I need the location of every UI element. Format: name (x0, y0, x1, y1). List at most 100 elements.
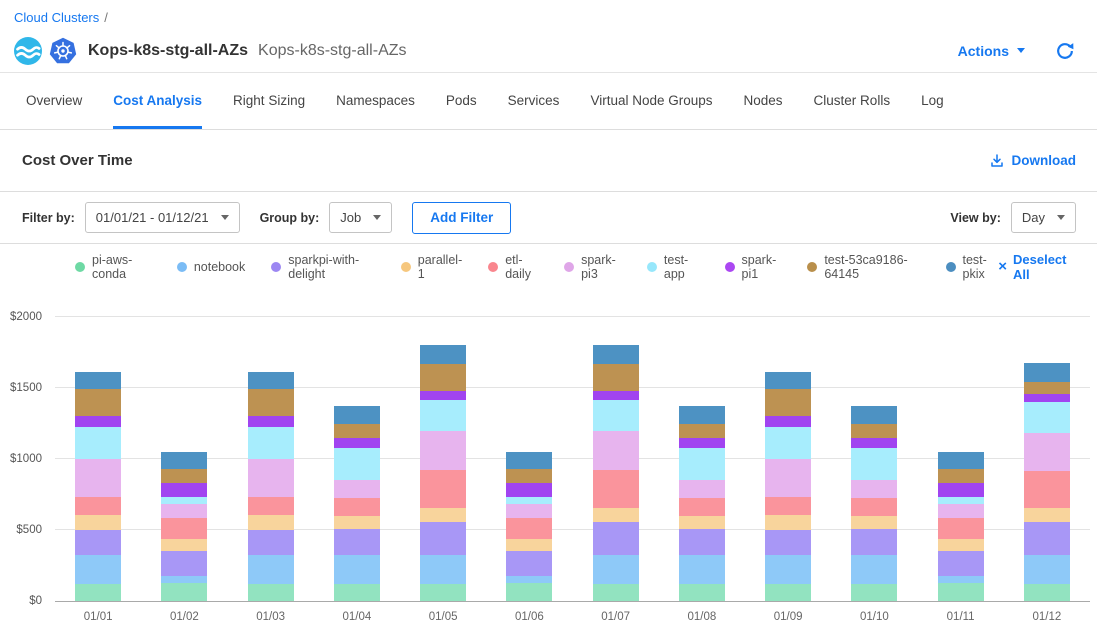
breadcrumb-link[interactable]: Cloud Clusters (14, 10, 99, 25)
bar-segment-notebook[interactable] (593, 555, 639, 584)
bar-segment-test-53ca9186-64145[interactable] (248, 389, 294, 416)
bar-segment-pi-aws-conda[interactable] (506, 583, 552, 601)
bar-segment-spark-pi3[interactable] (506, 504, 552, 518)
bar-segment-sparkpi-with-delight[interactable] (765, 530, 811, 555)
bar-segment-etl-daily[interactable] (679, 498, 725, 516)
stacked-bar-01/07[interactable] (593, 345, 639, 601)
bar-segment-test-pkix[interactable] (851, 406, 897, 424)
stacked-bar-01/05[interactable] (420, 345, 466, 601)
bar-segment-etl-daily[interactable] (506, 518, 552, 539)
bar-segment-parallel-1[interactable] (248, 515, 294, 530)
bar-segment-sparkpi-with-delight[interactable] (938, 551, 984, 577)
bar-segment-etl-daily[interactable] (248, 497, 294, 515)
bar-segment-spark-pi3[interactable] (765, 459, 811, 497)
bar-segment-test-app[interactable] (420, 400, 466, 431)
bar-segment-spark-pi1[interactable] (851, 438, 897, 448)
bar-segment-spark-pi1[interactable] (75, 416, 121, 427)
bar-segment-test-53ca9186-64145[interactable] (593, 364, 639, 391)
legend-item-etl-daily[interactable]: etl-daily (488, 253, 538, 281)
stacked-bar-01/11[interactable] (938, 452, 984, 601)
bar-segment-sparkpi-with-delight[interactable] (1024, 522, 1070, 555)
bar-segment-test-pkix[interactable] (506, 452, 552, 469)
bar-segment-spark-pi1[interactable] (679, 438, 725, 448)
tab-overview[interactable]: Overview (26, 73, 82, 129)
bar-segment-spark-pi1[interactable] (420, 391, 466, 400)
bar-segment-parallel-1[interactable] (506, 539, 552, 550)
bar-segment-test-53ca9186-64145[interactable] (506, 469, 552, 483)
bar-segment-test-pkix[interactable] (334, 406, 380, 424)
bar-segment-spark-pi3[interactable] (334, 480, 380, 498)
view-by-select[interactable]: Day (1011, 202, 1076, 233)
bar-segment-test-app[interactable] (765, 427, 811, 459)
bar-segment-etl-daily[interactable] (593, 470, 639, 508)
bar-segment-test-app[interactable] (938, 497, 984, 504)
bar-segment-test-app[interactable] (334, 448, 380, 480)
bar-segment-test-pkix[interactable] (593, 345, 639, 363)
bar-segment-parallel-1[interactable] (938, 539, 984, 550)
bar-segment-notebook[interactable] (75, 555, 121, 584)
bar-segment-test-53ca9186-64145[interactable] (75, 389, 121, 416)
group-by-select[interactable]: Job (329, 202, 392, 233)
add-filter-button[interactable]: Add Filter (412, 202, 511, 234)
tab-nodes[interactable]: Nodes (744, 73, 783, 129)
bar-segment-etl-daily[interactable] (1024, 471, 1070, 508)
bar-segment-pi-aws-conda[interactable] (420, 584, 466, 601)
bar-segment-parallel-1[interactable] (851, 516, 897, 529)
bar-segment-spark-pi3[interactable] (851, 480, 897, 498)
bar-segment-etl-daily[interactable] (420, 470, 466, 508)
legend-item-sparkpi-with-delight[interactable]: sparkpi-with-delight (271, 253, 375, 281)
bar-segment-sparkpi-with-delight[interactable] (420, 522, 466, 555)
bar-segment-sparkpi-with-delight[interactable] (248, 530, 294, 555)
bar-segment-notebook[interactable] (1024, 555, 1070, 584)
bar-segment-spark-pi1[interactable] (248, 416, 294, 427)
bar-segment-test-app[interactable] (161, 497, 207, 504)
bar-segment-etl-daily[interactable] (334, 498, 380, 516)
bar-segment-spark-pi3[interactable] (1024, 433, 1070, 471)
bar-segment-sparkpi-with-delight[interactable] (334, 529, 380, 555)
download-button[interactable]: Download (989, 153, 1077, 169)
bar-segment-test-pkix[interactable] (161, 452, 207, 469)
bar-segment-notebook[interactable] (248, 555, 294, 584)
bar-segment-test-53ca9186-64145[interactable] (679, 424, 725, 438)
stacked-bar-01/01[interactable] (75, 372, 121, 601)
bar-segment-sparkpi-with-delight[interactable] (161, 551, 207, 577)
bar-segment-test-53ca9186-64145[interactable] (420, 364, 466, 391)
bar-segment-notebook[interactable] (765, 555, 811, 584)
bar-segment-spark-pi3[interactable] (679, 480, 725, 498)
stacked-bar-01/08[interactable] (679, 406, 725, 601)
bar-segment-test-app[interactable] (506, 497, 552, 504)
tab-services[interactable]: Services (508, 73, 560, 129)
stacked-bar-01/02[interactable] (161, 452, 207, 601)
stacked-bar-01/06[interactable] (506, 452, 552, 601)
bar-segment-spark-pi1[interactable] (161, 483, 207, 496)
bar-segment-test-app[interactable] (851, 448, 897, 480)
bar-segment-spark-pi3[interactable] (420, 431, 466, 470)
legend-item-notebook[interactable]: notebook (177, 260, 245, 274)
bar-segment-test-pkix[interactable] (938, 452, 984, 469)
legend-item-pi-aws-conda[interactable]: pi-aws-conda (75, 253, 151, 281)
bar-segment-spark-pi1[interactable] (334, 438, 380, 448)
tab-right-sizing[interactable]: Right Sizing (233, 73, 305, 129)
bar-segment-notebook[interactable] (334, 555, 380, 584)
stacked-bar-01/09[interactable] (765, 372, 811, 601)
bar-segment-sparkpi-with-delight[interactable] (593, 522, 639, 555)
bar-segment-pi-aws-conda[interactable] (765, 584, 811, 601)
bar-segment-sparkpi-with-delight[interactable] (75, 530, 121, 555)
refresh-button[interactable] (1055, 41, 1075, 61)
bar-segment-test-53ca9186-64145[interactable] (765, 389, 811, 416)
bar-segment-test-53ca9186-64145[interactable] (1024, 382, 1070, 394)
actions-button[interactable]: Actions (958, 43, 1025, 59)
bar-segment-pi-aws-conda[interactable] (75, 584, 121, 601)
bar-segment-pi-aws-conda[interactable] (161, 583, 207, 601)
bar-segment-parallel-1[interactable] (593, 508, 639, 521)
bar-segment-pi-aws-conda[interactable] (679, 584, 725, 601)
bar-segment-test-pkix[interactable] (765, 372, 811, 390)
bar-segment-parallel-1[interactable] (679, 516, 725, 529)
bar-segment-spark-pi1[interactable] (593, 391, 639, 400)
bar-segment-spark-pi3[interactable] (161, 504, 207, 518)
bar-segment-test-pkix[interactable] (679, 406, 725, 424)
bar-segment-pi-aws-conda[interactable] (1024, 584, 1070, 601)
legend-item-test-app[interactable]: test-app (647, 253, 699, 281)
tab-cluster-rolls[interactable]: Cluster Rolls (814, 73, 891, 129)
bar-segment-etl-daily[interactable] (765, 497, 811, 515)
